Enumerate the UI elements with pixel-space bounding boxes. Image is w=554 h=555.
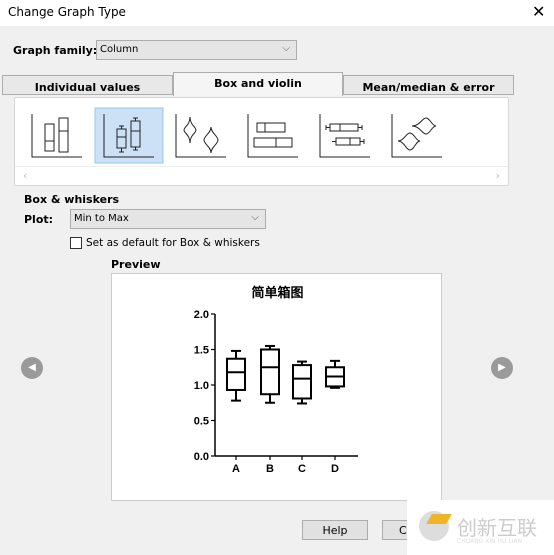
- y-tick-label: 1.5: [194, 345, 209, 357]
- watermark-sub: CHUANG XIN HU LIAN: [457, 538, 523, 545]
- previous-arrow-icon[interactable]: ◀: [21, 357, 43, 379]
- thumb-violin-horizontal: [391, 114, 442, 158]
- help-button[interactable]: Help: [302, 520, 368, 540]
- plot-label: Plot:: [24, 213, 54, 226]
- section-title: Box & whiskers: [24, 193, 120, 206]
- y-tick-label: 0.5: [194, 416, 209, 428]
- y-tick-label: 2.0: [194, 309, 209, 321]
- next-arrow-icon[interactable]: ▶: [491, 357, 513, 379]
- default-checkbox-label: Set as default for Box & whiskers: [86, 237, 260, 249]
- x-tick-label: A: [232, 463, 240, 475]
- box: [226, 357, 246, 391]
- thumb-floating-bars-horizontal: [247, 114, 298, 158]
- box: [292, 364, 312, 400]
- x-tick-label: D: [331, 463, 339, 475]
- watermark-logo: 创新互联 CHUANG XIN HU LIAN: [407, 500, 554, 555]
- chevron-down-icon: ⌵: [251, 212, 259, 223]
- preview-label: Preview: [111, 258, 161, 271]
- y-tick-label: 0.0: [194, 451, 209, 463]
- default-checkbox[interactable]: [70, 237, 82, 249]
- box-plot-chart: 0.0 0.5 1.0 1.5 2.0 A B C D: [194, 309, 358, 475]
- watermark-text: 创新互联: [457, 516, 537, 540]
- thumb-violin: [175, 114, 226, 158]
- gallery-thumbnails: [31, 107, 442, 164]
- plot-value: Min to Max: [74, 213, 129, 224]
- y-tick-label: 1.0: [194, 380, 209, 392]
- preview-panel: 简单箱图 0.0 0.5 1.0 1.5 2.0 A B C D: [111, 273, 442, 501]
- box: [260, 348, 280, 396]
- thumb-box-whiskers-horizontal: [319, 114, 370, 158]
- x-tick-label: B: [266, 463, 274, 475]
- x-tick-label: C: [298, 463, 306, 475]
- thumb-floating-bars: [31, 114, 82, 158]
- thumb-selected-bg: [94, 107, 164, 164]
- plot-select[interactable]: Min to Max ⌵: [70, 209, 266, 229]
